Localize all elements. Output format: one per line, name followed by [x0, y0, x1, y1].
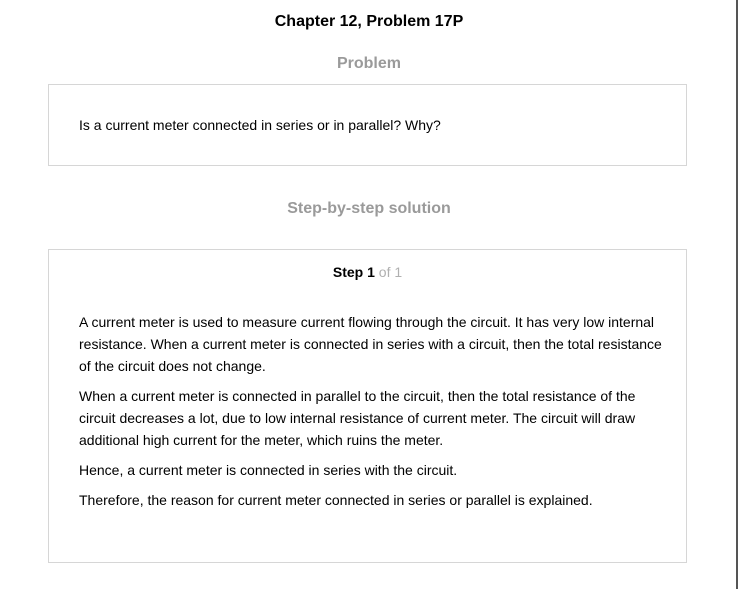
solution-box: Step 1 of 1 A current meter is used to m…	[48, 249, 687, 563]
problem-heading: Problem	[336, 55, 401, 72]
step-word-label: Step	[332, 264, 364, 280]
step-word: Step 1	[333, 264, 375, 280]
step-body: A current meter is used to measure curre…	[79, 311, 669, 519]
step-number: 1	[367, 264, 375, 280]
solution-paragraph: Hence, a current meter is connected in s…	[79, 462, 458, 478]
solution-heading: Step-by-step solution	[287, 200, 451, 217]
step-total: of 1	[378, 264, 403, 280]
step-counter: Step 1 of 1	[49, 263, 686, 281]
solution-paragraph: A current meter is used to measure curre…	[79, 314, 662, 374]
chapter-title: Chapter 12, Problem 17P	[274, 13, 464, 30]
solution-paragraph: When a current meter is connected in par…	[79, 388, 636, 448]
problem-text: Is a current meter connected in series o…	[79, 117, 441, 133]
solution-paragraph: Therefore, the reason for current meter …	[79, 492, 593, 508]
problem-box: Is a current meter connected in series o…	[48, 84, 687, 166]
